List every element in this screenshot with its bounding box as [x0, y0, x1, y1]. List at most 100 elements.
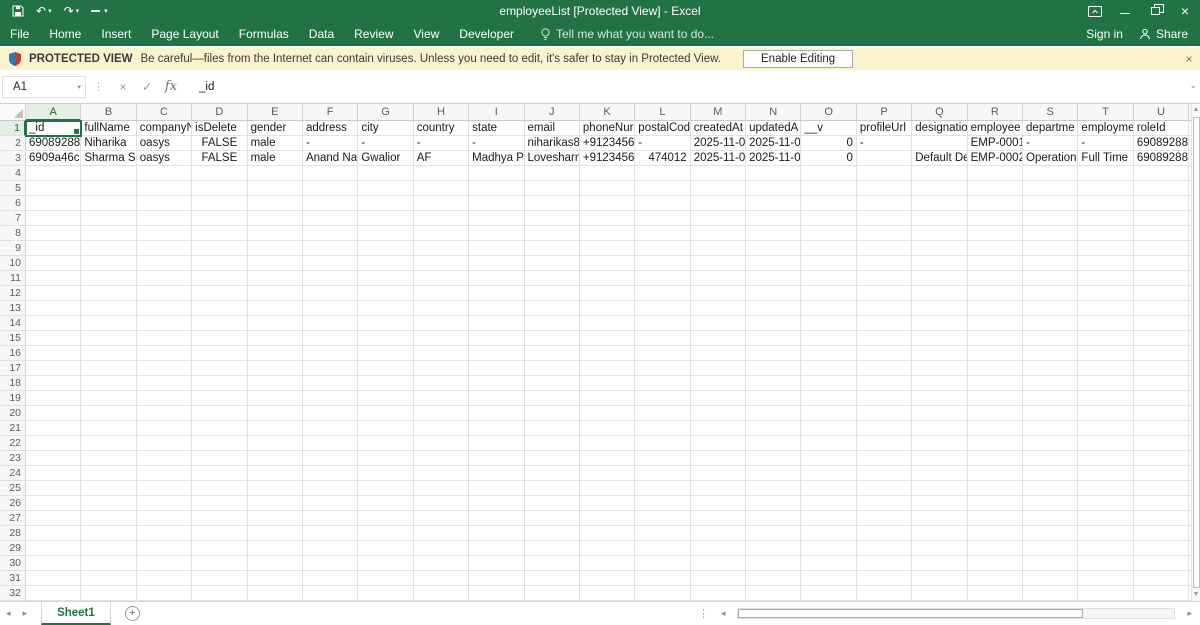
cell-R13[interactable]: [968, 301, 1023, 316]
cell-F25[interactable]: [303, 481, 358, 496]
cell-O6[interactable]: [801, 196, 856, 211]
cell-D4[interactable]: [192, 166, 247, 181]
cell-L15[interactable]: [635, 331, 690, 346]
cell-M20[interactable]: [691, 406, 746, 421]
cell-N2[interactable]: 2025-11-0: [746, 136, 801, 151]
cell-O25[interactable]: [801, 481, 856, 496]
cell-K7[interactable]: [580, 211, 635, 226]
ribbon-tab-developer[interactable]: Developer: [449, 22, 524, 46]
cell-Q9[interactable]: [912, 241, 967, 256]
cell-S32[interactable]: [1023, 586, 1078, 601]
cell-A12[interactable]: [26, 286, 81, 301]
cell-G10[interactable]: [358, 256, 413, 271]
cell-U10[interactable]: [1134, 256, 1189, 271]
cell-K24[interactable]: [580, 466, 635, 481]
row-header-17[interactable]: 17: [0, 361, 26, 376]
vertical-scrollbar-thumb[interactable]: [1193, 117, 1200, 588]
cell-H4[interactable]: [414, 166, 469, 181]
cell-K12[interactable]: [580, 286, 635, 301]
cell-D26[interactable]: [192, 496, 247, 511]
cell-N24[interactable]: [746, 466, 801, 481]
cell-F27[interactable]: [303, 511, 358, 526]
cell-I6[interactable]: [469, 196, 524, 211]
cell-F23[interactable]: [303, 451, 358, 466]
cell-U13[interactable]: [1134, 301, 1189, 316]
cell-K21[interactable]: [580, 421, 635, 436]
cell-M8[interactable]: [691, 226, 746, 241]
cell-N20[interactable]: [746, 406, 801, 421]
cell-P5[interactable]: [857, 181, 912, 196]
cell-N17[interactable]: [746, 361, 801, 376]
ribbon-tab-home[interactable]: Home: [39, 22, 91, 46]
cell-F18[interactable]: [303, 376, 358, 391]
cell-G30[interactable]: [358, 556, 413, 571]
cell-H16[interactable]: [414, 346, 469, 361]
cell-B28[interactable]: [81, 526, 136, 541]
column-header-O[interactable]: O: [801, 104, 856, 121]
cell-N16[interactable]: [746, 346, 801, 361]
cell-B4[interactable]: [81, 166, 136, 181]
cell-E14[interactable]: [248, 316, 303, 331]
cell-C32[interactable]: [137, 586, 192, 601]
cell-O15[interactable]: [801, 331, 856, 346]
hscroll-left-icon[interactable]: ◂: [715, 608, 732, 619]
cell-P12[interactable]: [857, 286, 912, 301]
cell-C27[interactable]: [137, 511, 192, 526]
horizontal-scrollbar[interactable]: [737, 608, 1175, 619]
cell-O20[interactable]: [801, 406, 856, 421]
cell-K2[interactable]: +9123456(: [580, 136, 635, 151]
cell-S23[interactable]: [1023, 451, 1078, 466]
cell-U18[interactable]: [1134, 376, 1189, 391]
cell-B6[interactable]: [81, 196, 136, 211]
cell-M10[interactable]: [691, 256, 746, 271]
cell-J32[interactable]: [525, 586, 580, 601]
cell-A15[interactable]: [26, 331, 81, 346]
sheet-nav-left-icon[interactable]: ◂: [0, 608, 17, 619]
cell-H6[interactable]: [414, 196, 469, 211]
cell-N11[interactable]: [746, 271, 801, 286]
cell-T8[interactable]: [1078, 226, 1133, 241]
cell-T13[interactable]: [1078, 301, 1133, 316]
cell-F31[interactable]: [303, 571, 358, 586]
cell-A9[interactable]: [26, 241, 81, 256]
cell-E7[interactable]: [248, 211, 303, 226]
row-header-28[interactable]: 28: [0, 526, 26, 541]
cell-O32[interactable]: [801, 586, 856, 601]
cell-I30[interactable]: [469, 556, 524, 571]
cell-J28[interactable]: [525, 526, 580, 541]
ribbon-tab-review[interactable]: Review: [344, 22, 403, 46]
cell-S1[interactable]: departme: [1023, 121, 1078, 136]
formula-bar-collapse-icon[interactable]: ⌄: [1189, 80, 1197, 91]
cell-O4[interactable]: [801, 166, 856, 181]
column-header-U[interactable]: U: [1134, 104, 1189, 121]
cell-Q26[interactable]: [912, 496, 967, 511]
cell-L4[interactable]: [635, 166, 690, 181]
cell-F1[interactable]: address: [303, 121, 358, 136]
cell-F16[interactable]: [303, 346, 358, 361]
row-header-19[interactable]: 19: [0, 391, 26, 406]
cell-H21[interactable]: [414, 421, 469, 436]
cell-T25[interactable]: [1078, 481, 1133, 496]
cancel-button[interactable]: ×: [111, 80, 135, 94]
cell-H24[interactable]: [414, 466, 469, 481]
cell-M15[interactable]: [691, 331, 746, 346]
cell-O17[interactable]: [801, 361, 856, 376]
cell-I31[interactable]: [469, 571, 524, 586]
cell-E24[interactable]: [248, 466, 303, 481]
cell-M14[interactable]: [691, 316, 746, 331]
cell-Q5[interactable]: [912, 181, 967, 196]
cell-T21[interactable]: [1078, 421, 1133, 436]
cell-I12[interactable]: [469, 286, 524, 301]
cell-K8[interactable]: [580, 226, 635, 241]
cell-B11[interactable]: [81, 271, 136, 286]
cell-U7[interactable]: [1134, 211, 1189, 226]
cell-E18[interactable]: [248, 376, 303, 391]
cell-O18[interactable]: [801, 376, 856, 391]
cell-H14[interactable]: [414, 316, 469, 331]
cell-H11[interactable]: [414, 271, 469, 286]
cell-C29[interactable]: [137, 541, 192, 556]
cell-A32[interactable]: [26, 586, 81, 601]
cell-P4[interactable]: [857, 166, 912, 181]
cell-G14[interactable]: [358, 316, 413, 331]
cell-M24[interactable]: [691, 466, 746, 481]
